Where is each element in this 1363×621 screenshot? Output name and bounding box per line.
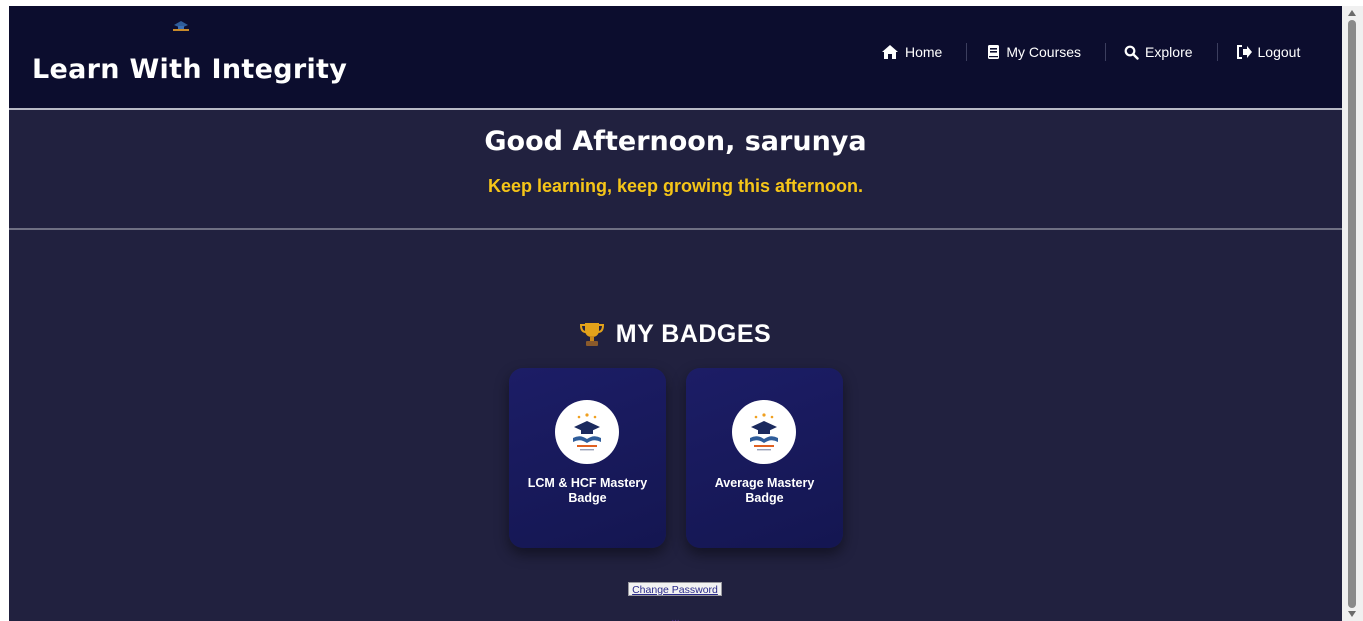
nav-divider <box>1105 43 1107 61</box>
nav-logout-label: Logout <box>1257 44 1301 60</box>
home-icon <box>882 45 898 59</box>
top-navbar: Learn With Integrity Home My Courses Exp… <box>9 6 1342 110</box>
scrollbar-thumb[interactable] <box>1348 20 1356 608</box>
greeting-subtitle: Keep learning, keep growing this afterno… <box>487 176 864 196</box>
nav-my-courses-label: My Courses <box>1006 44 1082 60</box>
nav-home-label: Home <box>905 44 943 60</box>
main-nav: Home My Courses Explore Logout <box>881 42 1300 62</box>
brand-title[interactable]: Learn With Integrity <box>32 54 347 85</box>
nav-logout[interactable]: Logout <box>1236 42 1301 62</box>
scroll-down-arrow-icon[interactable] <box>1348 611 1356 617</box>
nav-divider <box>1216 43 1218 61</box>
badge-emblem-icon <box>573 413 601 451</box>
scroll-up-arrow-icon[interactable] <box>1348 10 1356 16</box>
nav-explore[interactable]: Explore <box>1124 42 1193 62</box>
change-password-button[interactable]: Change Password <box>628 582 722 596</box>
nav-explore-label: Explore <box>1145 44 1193 60</box>
book-icon <box>988 45 1000 59</box>
graduation-cap-logo-icon <box>173 21 189 31</box>
badge-emblem-icon <box>750 413 778 451</box>
badges-heading: MY BADGES <box>9 318 1342 350</box>
vertical-scrollbar[interactable] <box>1342 6 1363 621</box>
badge-card[interactable]: LCM & HCF Mastery Badge <box>509 368 666 548</box>
badges-heading-text: MY BADGES <box>615 319 772 348</box>
badge-emblem <box>732 400 796 464</box>
badge-emblem <box>555 400 619 464</box>
greeting-section: Good Afternoon, sarunya Keep learning, k… <box>9 108 1342 230</box>
footer-text: ... <box>671 613 680 621</box>
trophy-icon <box>579 323 604 346</box>
nav-my-courses[interactable]: My Courses <box>987 42 1081 62</box>
badge-name: LCM & HCF Mastery Badge <box>527 476 648 505</box>
nav-home[interactable]: Home <box>881 42 942 62</box>
badge-card[interactable]: Average Mastery Badge <box>686 368 843 548</box>
app-window: Learn With Integrity Home My Courses Exp… <box>9 6 1342 621</box>
logout-icon <box>1236 45 1252 59</box>
badge-name: Average Mastery Badge <box>714 476 815 505</box>
search-icon <box>1124 45 1139 60</box>
nav-divider <box>966 43 968 61</box>
greeting-title: Good Afternoon, sarunya <box>484 126 867 157</box>
